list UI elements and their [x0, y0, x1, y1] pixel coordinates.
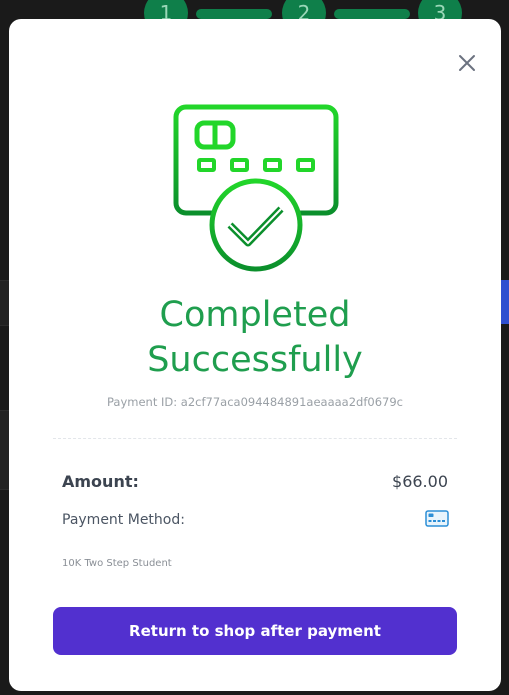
product-name: 10K Two Step Student	[62, 558, 172, 569]
credit-card-check-icon	[172, 103, 342, 273]
divider	[53, 438, 457, 439]
credit-card-icon	[425, 510, 449, 527]
amount-value: $66.00	[392, 472, 448, 491]
success-title-line2: Successfully	[147, 340, 363, 380]
background-button	[501, 280, 509, 324]
step-connector	[334, 9, 410, 19]
payment-method-label: Payment Method:	[62, 512, 185, 528]
payment-id: Payment ID: a2cf77aca094484891aeaaaa2df0…	[107, 395, 403, 409]
step-connector	[196, 9, 272, 19]
success-title-line1: Completed	[159, 295, 351, 335]
return-to-shop-button[interactable]: Return to shop after payment	[53, 607, 457, 655]
payment-success-modal: Completed Successfully Payment ID: a2cf7…	[9, 19, 501, 691]
close-icon[interactable]	[457, 53, 477, 73]
amount-label: Amount:	[62, 472, 139, 491]
